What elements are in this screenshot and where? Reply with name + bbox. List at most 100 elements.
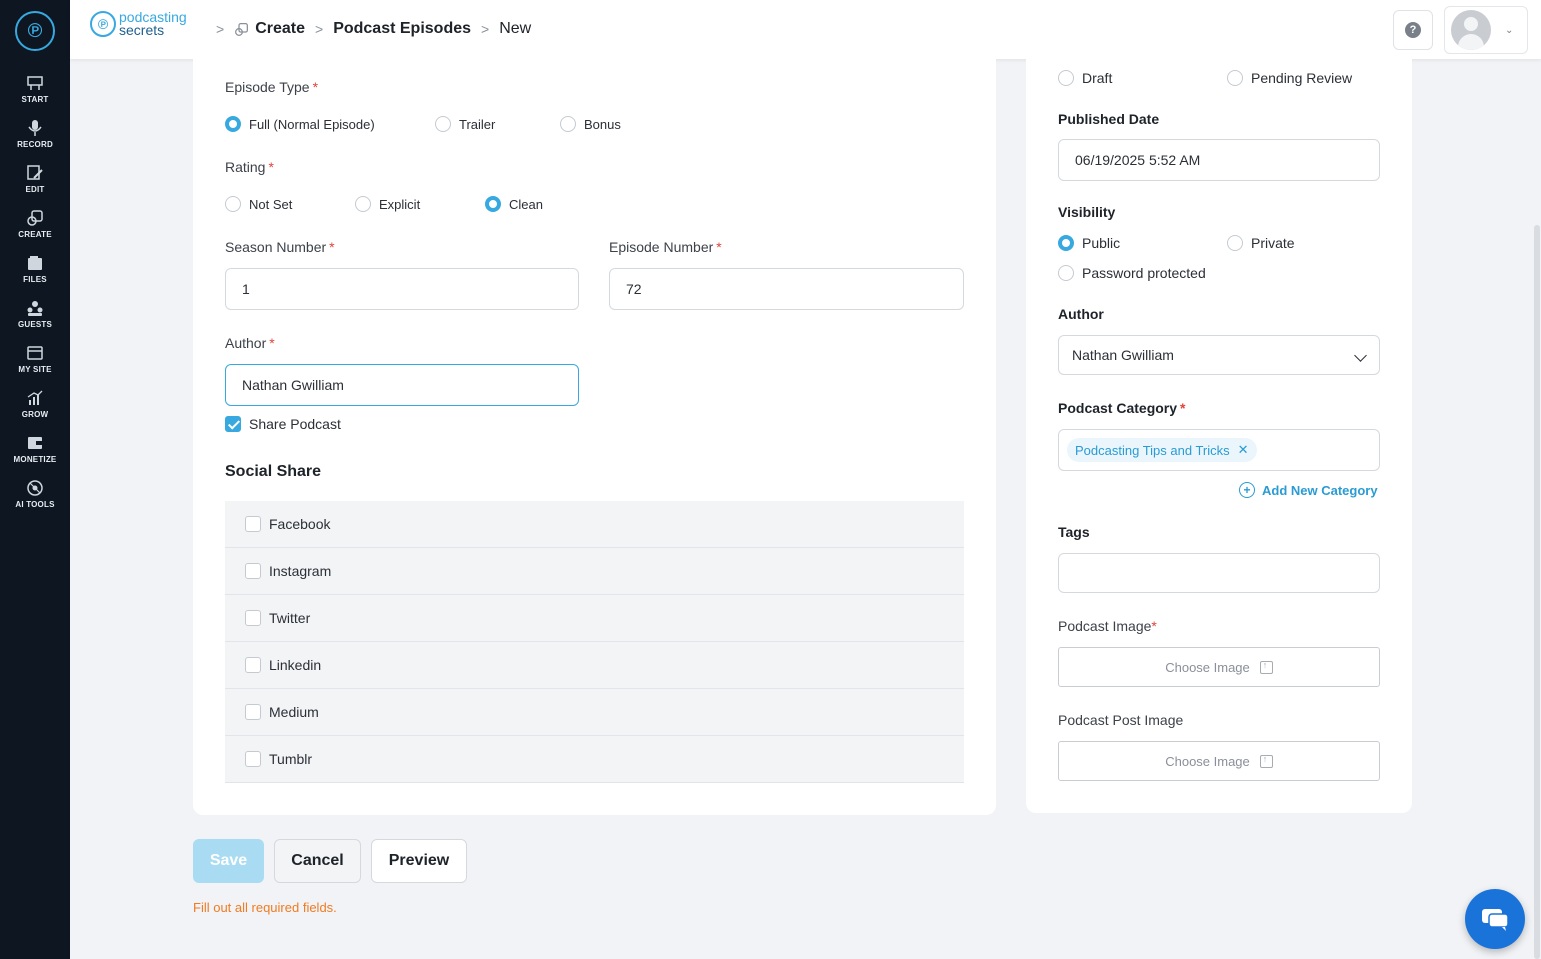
- create-icon: [235, 22, 249, 36]
- chevron-right-icon: >: [216, 21, 225, 37]
- author-input[interactable]: Nathan Gwilliam: [225, 364, 579, 406]
- sidebar-item-label: CREATE: [18, 230, 52, 239]
- radio-dot: [485, 196, 501, 212]
- published-date-label: Published Date: [1058, 111, 1160, 127]
- app-logo-icon[interactable]: ℗: [15, 11, 55, 51]
- checkbox[interactable]: [245, 563, 261, 579]
- edit-icon: [27, 165, 43, 180]
- plus-circle-icon: +: [1239, 482, 1255, 498]
- podcast-image-label: Podcast Image*: [1058, 618, 1157, 634]
- checkbox[interactable]: [245, 516, 261, 532]
- social-item-twitter[interactable]: Twitter: [225, 595, 964, 642]
- author-select[interactable]: Nathan Gwilliam: [1058, 335, 1380, 375]
- sidebar-item-label: MONETIZE: [13, 455, 57, 464]
- breadcrumb-podcast-episodes[interactable]: Podcast Episodes: [333, 20, 471, 38]
- radio-dot: [1227, 235, 1243, 251]
- side-author-label: Author: [1058, 306, 1104, 322]
- episode-number-label: Episode Number *: [609, 239, 722, 255]
- sidebar-item-edit[interactable]: EDIT: [0, 164, 70, 204]
- checkbox-checked: [225, 416, 241, 432]
- required-marker: *: [312, 79, 319, 95]
- radio-episode-type-full[interactable]: Full (Normal Episode): [225, 116, 375, 132]
- chat-icon: [1482, 909, 1509, 931]
- preview-button[interactable]: Preview: [371, 839, 467, 883]
- social-item-medium[interactable]: Medium: [225, 689, 964, 736]
- checkbox[interactable]: [245, 704, 261, 720]
- radio-dot: [1058, 265, 1074, 281]
- radio-dot: [560, 116, 576, 132]
- visibility-label: Visibility: [1058, 204, 1116, 220]
- choose-podcast-image-button[interactable]: Choose Image: [1058, 647, 1380, 687]
- social-item-linkedin[interactable]: Linkedin: [225, 642, 964, 689]
- episode-type-label: Episode Type *: [225, 79, 319, 95]
- social-item-instagram[interactable]: Instagram: [225, 548, 964, 595]
- sidebar-item-guests[interactable]: GUESTS: [0, 299, 70, 339]
- radio-episode-type-bonus[interactable]: Bonus: [560, 116, 621, 132]
- sidebar-item-label: AI TOOLS: [15, 500, 55, 509]
- scrollbar[interactable]: [1534, 225, 1540, 959]
- choose-post-image-button[interactable]: Choose Image: [1058, 741, 1380, 781]
- checkbox[interactable]: [245, 751, 261, 767]
- sidebar-item-my-site[interactable]: MY SITE: [0, 344, 70, 384]
- grow-icon: [27, 390, 43, 405]
- radio-visibility-private[interactable]: Private: [1227, 235, 1295, 251]
- episode-number-input[interactable]: 72: [609, 268, 964, 310]
- close-icon[interactable]: ✕: [1238, 442, 1249, 458]
- radio-visibility-public[interactable]: Public: [1058, 235, 1120, 251]
- chevron-right-icon: >: [315, 21, 324, 37]
- upload-icon: [1259, 754, 1273, 768]
- season-number-label: Season Number *: [225, 239, 335, 255]
- share-podcast-checkbox[interactable]: Share Podcast: [225, 416, 341, 432]
- tags-input[interactable]: [1058, 553, 1380, 593]
- radio-rating-clean[interactable]: Clean: [485, 196, 543, 212]
- required-marker: *: [329, 239, 335, 255]
- radio-dot: [1058, 70, 1074, 86]
- published-date-input[interactable]: 06/19/2025 5:52 AM: [1058, 139, 1380, 181]
- sidebar-item-ai-tools[interactable]: AI TOOLS: [0, 479, 70, 519]
- podcast-category-input[interactable]: Podcasting Tips and Tricks ✕: [1058, 429, 1380, 471]
- top-bar: ℗ podcasting secrets > Create > Podcast …: [70, 0, 1541, 59]
- cancel-button[interactable]: Cancel: [274, 839, 361, 883]
- breadcrumb-new: New: [499, 20, 532, 37]
- social-item-facebook[interactable]: Facebook: [225, 501, 964, 548]
- save-button[interactable]: Save: [193, 839, 264, 883]
- help-button[interactable]: ?: [1393, 10, 1433, 50]
- brand-logo[interactable]: ℗ podcasting secrets: [90, 10, 187, 37]
- breadcrumb-create[interactable]: Create: [255, 20, 305, 38]
- sidebar-item-start[interactable]: START: [0, 74, 70, 114]
- user-menu-button[interactable]: ⌄: [1444, 6, 1528, 54]
- radio-episode-type-trailer[interactable]: Trailer: [435, 116, 495, 132]
- start-icon: [27, 76, 43, 90]
- sidebar-item-grow[interactable]: GROW: [0, 389, 70, 429]
- add-new-category-link[interactable]: + Add New Category: [1239, 482, 1378, 498]
- season-number-input[interactable]: 1: [225, 268, 579, 310]
- sidebar-item-files[interactable]: FILES: [0, 254, 70, 294]
- radio-status-pending-review[interactable]: Pending Review: [1227, 70, 1352, 86]
- guests-icon: [27, 301, 43, 316]
- radio-dot: [435, 116, 451, 132]
- chat-button[interactable]: [1465, 889, 1525, 949]
- chevron-down-icon: [1354, 349, 1367, 362]
- radio-rating-not-set[interactable]: Not Set: [225, 196, 292, 212]
- radio-rating-explicit[interactable]: Explicit: [355, 196, 420, 212]
- sidebar-item-record[interactable]: RECORD: [0, 119, 70, 159]
- radio-dot: [225, 116, 241, 132]
- radio-dot: [355, 196, 371, 212]
- required-marker: *: [268, 159, 274, 175]
- avatar: [1451, 10, 1491, 50]
- checkbox[interactable]: [245, 657, 261, 673]
- breadcrumb: > Create > Podcast Episodes > New: [206, 20, 531, 38]
- radio-dot: [1227, 70, 1243, 86]
- sidebar-item-label: EDIT: [25, 185, 45, 194]
- radio-status-draft[interactable]: Draft: [1058, 70, 1112, 86]
- radio-visibility-password[interactable]: Password protected: [1058, 265, 1206, 281]
- sidebar-item-create[interactable]: CREATE: [0, 209, 70, 249]
- checkbox[interactable]: [245, 610, 261, 626]
- radio-dot: [225, 196, 241, 212]
- monetize-icon: [28, 437, 42, 449]
- social-item-tumblr[interactable]: Tumblr: [225, 736, 964, 783]
- social-share-list: Facebook Instagram Twitter Linkedin Medi…: [225, 501, 964, 783]
- sidebar-item-monetize[interactable]: MONETIZE: [0, 434, 70, 474]
- brand-mark-icon: ℗: [90, 11, 116, 37]
- category-chip: Podcasting Tips and Tricks ✕: [1067, 438, 1257, 462]
